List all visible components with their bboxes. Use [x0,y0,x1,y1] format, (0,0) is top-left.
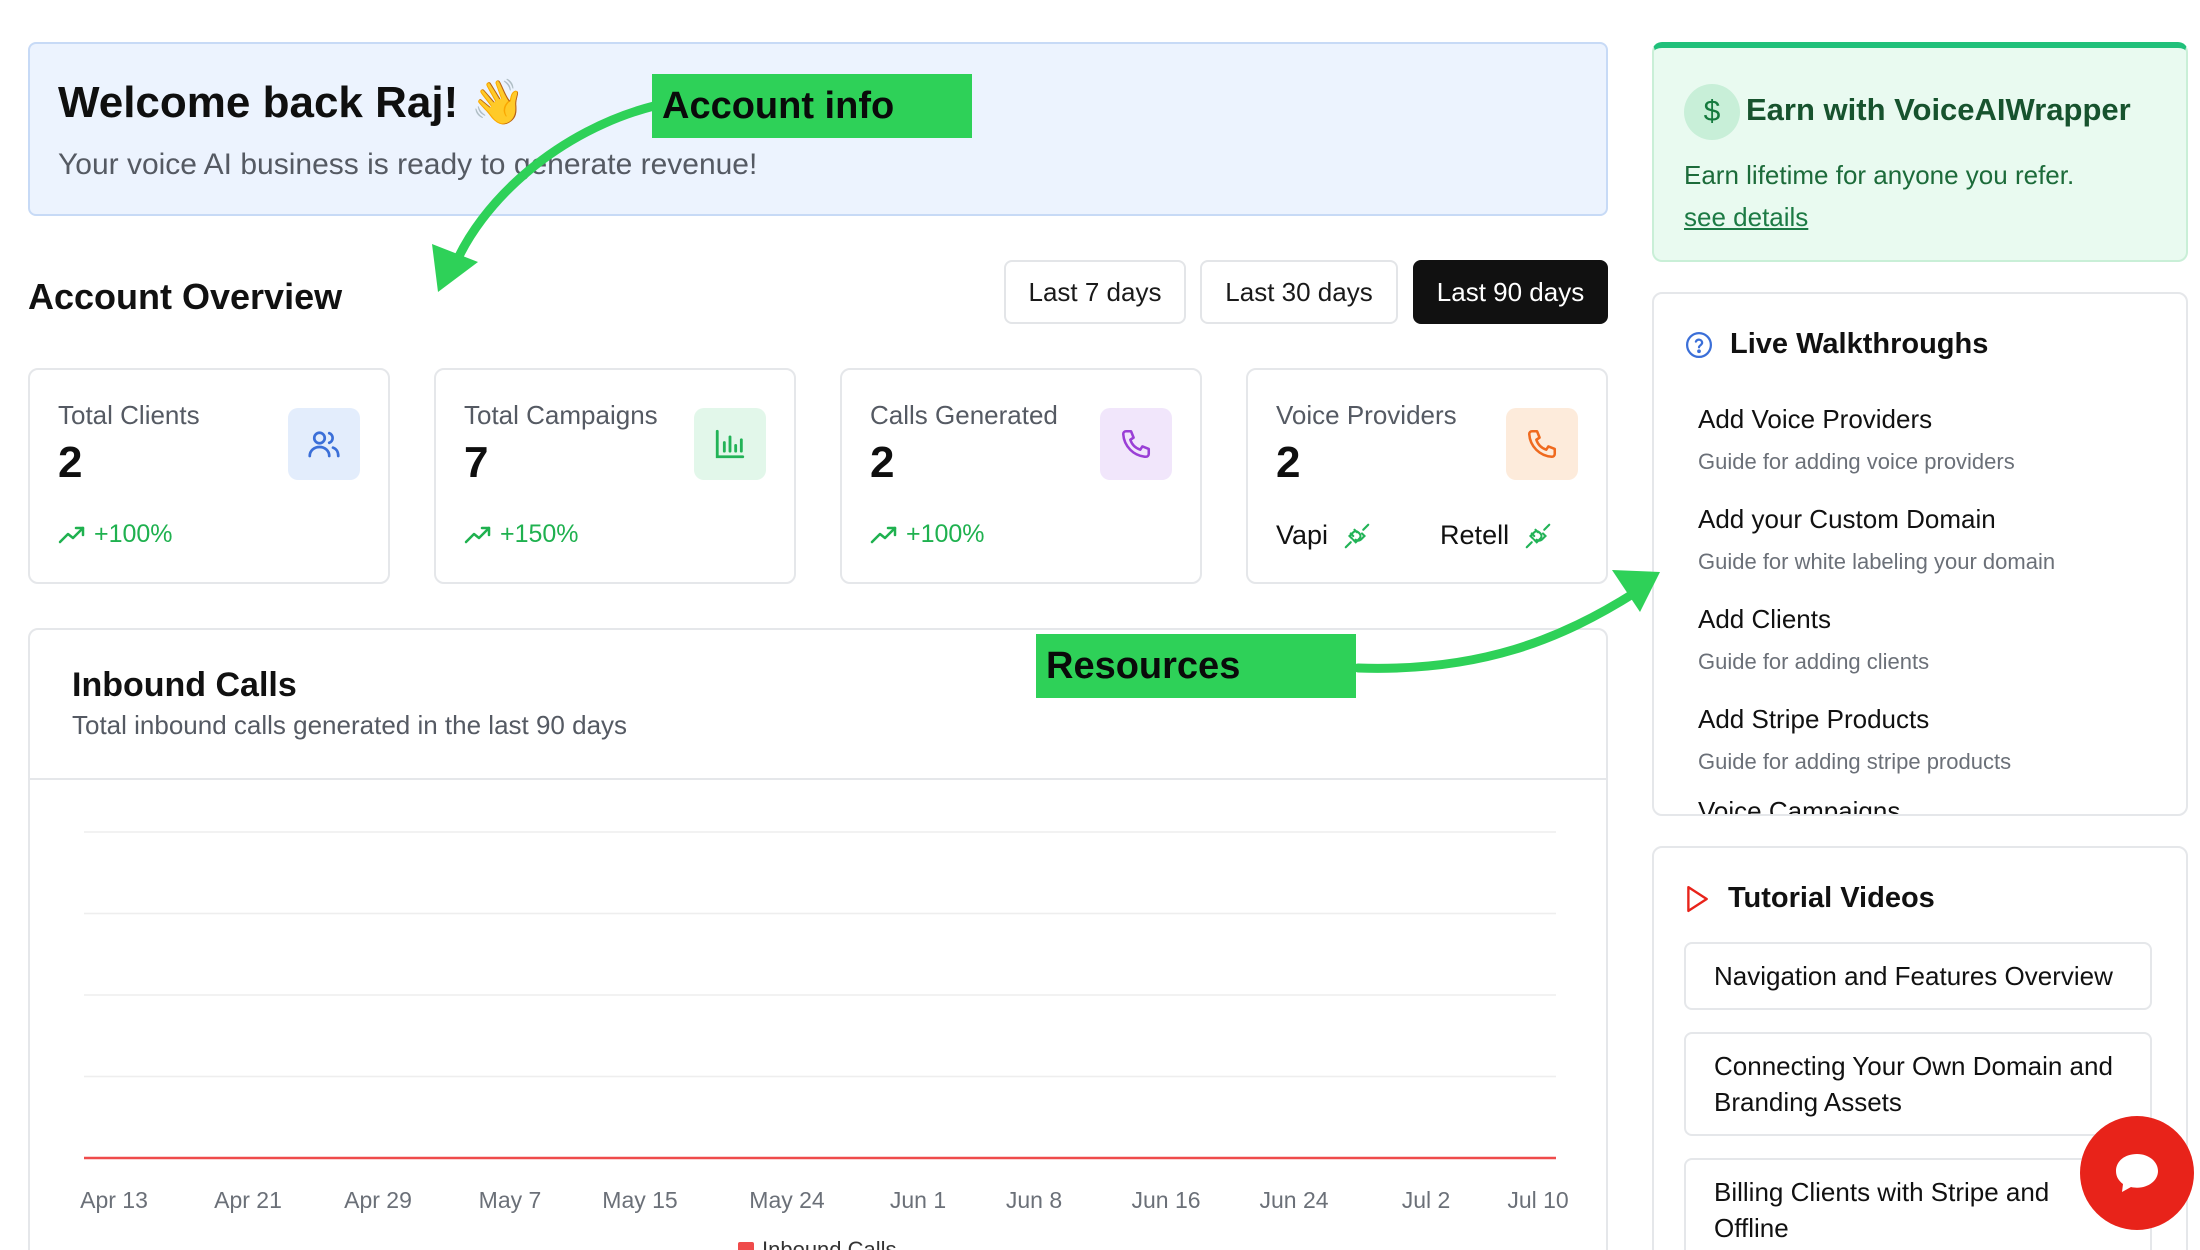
provider-retell: Retell [1440,520,1553,551]
phone-icon [1506,408,1578,480]
stat-card-calls-generated: Calls Generated 2 +100% [840,368,1202,584]
range-last-30-days-button[interactable]: Last 30 days [1200,260,1398,324]
x-tick-label: Jun 8 [1006,1187,1062,1213]
walkthrough-item[interactable]: Add Clients Guide for adding clients [1698,604,1929,675]
stat-card-total-clients: Total Clients 2 +100% [28,368,390,584]
stat-card-total-campaigns: Total Campaigns 7 +150% [434,368,796,584]
walkthrough-item[interactable]: Add Stripe Products Guide for adding str… [1698,704,2011,775]
welcome-title: Welcome back Raj! 👋 [58,78,526,127]
walkthrough-title: Voice Campaigns [1698,796,1901,816]
tutorial-video-item[interactable]: Navigation and Features Overview [1684,942,2152,1010]
users-icon [288,408,360,480]
x-tick-label: May 15 [602,1187,677,1213]
x-tick-label: May 24 [749,1187,825,1213]
provider-list: Vapi Retell [1276,520,1605,551]
inbound-calls-card: Inbound Calls Total inbound calls genera… [28,628,1608,1250]
stat-trend-value: +150% [500,520,579,548]
plug-icon [1525,523,1551,548]
x-tick-label: Jun 1 [890,1187,946,1213]
arrow-head-account-info [432,244,478,292]
plug-icon [1344,523,1370,548]
referral-description: Earn lifetime for anyone you refer. [1684,160,2075,190]
x-tick-label: Apr 13 [80,1187,148,1213]
trending-up-icon [464,526,491,543]
x-tick-label: Jun 16 [1131,1187,1200,1213]
provider-name: Retell [1440,520,1510,550]
walkthrough-desc: Guide for white labeling your domain [1698,549,2056,574]
walkthrough-title: Add Clients [1698,604,1831,634]
tutorials-title: Tutorial Videos [1728,882,1935,914]
stat-card-voice-providers: Voice Providers 2 Vapi Retell [1246,368,1608,584]
stat-value: 2 [870,438,895,487]
walkthroughs-header: Live Walkthroughs [1684,328,1988,361]
annotation-account-info: Account info [652,74,972,138]
trending-up-icon [58,526,85,543]
stat-value: 7 [464,438,489,487]
stat-trend: +100% [870,520,985,549]
play-icon [1687,885,1708,912]
walkthrough-title: Add Voice Providers [1698,404,1933,434]
referral-title: Earn with VoiceAIWrapper [1746,92,2131,127]
walkthrough-item[interactable]: Add your Custom Domain Guide for white l… [1698,504,2055,575]
chat-bubble-icon [2116,1154,2158,1192]
walkthrough-desc: Guide for adding clients [1698,649,1930,674]
walkthrough-title: Add your Custom Domain [1698,504,1996,534]
x-tick-label: Jul 2 [1402,1187,1451,1213]
legend-label: Inbound Calls [762,1237,897,1250]
tutorials-header: Tutorial Videos [1684,882,1935,915]
trending-up-icon [870,526,897,543]
walkthroughs-title: Live Walkthroughs [1730,328,1989,360]
stat-trend: +100% [58,520,173,549]
help-circle-icon [1686,331,1712,358]
x-tick-label: May 7 [479,1187,542,1213]
stat-value: 2 [58,438,83,487]
inbound-calls-title: Inbound Calls [72,666,297,704]
dollar-icon: $ [1684,84,1740,140]
account-overview-title: Account Overview [28,276,343,317]
provider-vapi: Vapi [1276,520,1372,551]
see-details-link[interactable]: see details [1684,202,1808,233]
walkthrough-item[interactable]: Voice Campaigns [1698,796,1901,816]
x-tick-label: Jul 10 [1507,1187,1568,1213]
inbound-calls-subtitle: Total inbound calls generated in the las… [72,710,628,740]
stat-trend: +150% [464,520,579,549]
walkthrough-title: Add Stripe Products [1698,704,1930,734]
x-tick-label: Jun 24 [1259,1187,1328,1213]
legend-swatch [738,1242,754,1250]
chat-button[interactable] [2080,1116,2194,1230]
annotation-resources: Resources [1036,634,1356,698]
phone-icon [1100,408,1172,480]
tutorial-video-item[interactable]: Connecting Your Own Domain and Branding … [1684,1032,2152,1136]
x-tick-label: Apr 21 [214,1187,282,1213]
stat-value: 2 [1276,438,1301,487]
bar-chart-icon [694,408,766,480]
stat-label: Calls Generated [870,400,1058,430]
inbound-calls-chart: Apr 13 Apr 21 Apr 29 May 7 May 15 May 24 Jun 1… [80,831,1569,1250]
walkthrough-desc: Guide for adding voice providers [1698,449,2015,474]
welcome-subtitle: Your voice AI business is ready to gener… [58,148,758,181]
x-tick-label: Apr 29 [344,1187,412,1213]
stat-label: Total Clients [58,400,200,430]
stat-label: Total Campaigns [464,400,658,430]
referral-card: $ Earn with VoiceAIWrapper Earn lifetime… [1652,42,2188,262]
provider-name: Vapi [1276,520,1329,550]
live-walkthroughs-card: Live Walkthroughs Add Voice Providers Gu… [1652,292,2188,816]
stat-trend-value: +100% [94,520,173,548]
stat-label: Voice Providers [1276,400,1457,430]
range-last-90-days-button[interactable]: Last 90 days [1413,260,1608,324]
walkthrough-item[interactable]: Add Voice Providers Guide for adding voi… [1698,404,2015,475]
range-last-7-days-button[interactable]: Last 7 days [1004,260,1186,324]
stat-trend-value: +100% [906,520,985,548]
walkthrough-desc: Guide for adding stripe products [1698,749,2012,774]
